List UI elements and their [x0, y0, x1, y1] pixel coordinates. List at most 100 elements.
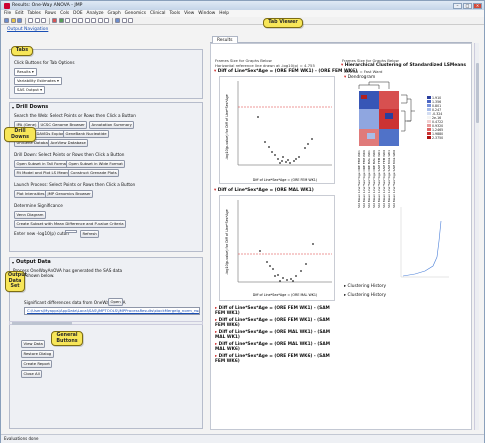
output-description: Process OneWayAnOVA has generated the SA… [13, 268, 123, 278]
variability-dropdown[interactable]: Variability Estimates ▾ [14, 77, 62, 85]
menu-tables[interactable]: Tables [28, 11, 41, 16]
callout-drill-downs: Drill Downs [4, 127, 36, 142]
menu-genomics[interactable]: Genomics [125, 11, 146, 16]
results-pane: Frames Size for Graphs Below Horizontal … [210, 43, 472, 430]
annotation-summary-button[interactable]: Annotation Summary [89, 121, 135, 129]
plot2-y-label: -log10(p-value) for Diff of Line*Sex*Age [225, 209, 229, 274]
callout-tab-viewer: Tab Viewer [263, 18, 303, 28]
open-wide-format-button[interactable]: Open Subset in Wide Format [66, 160, 126, 168]
paste-icon[interactable] [41, 18, 46, 23]
plot-intensities-button[interactable]: Plot Intensities [14, 190, 48, 198]
menu-rows[interactable]: Rows [45, 11, 56, 16]
clustering-history-1[interactable]: ▸ Clustering History [344, 284, 386, 289]
collapsed-item[interactable]: ▸ Diff of Line*Sex*Age = (ORE FEM WK1) -… [215, 306, 335, 316]
genebank-nucleotide-button[interactable]: GeneBank Nucleotide [63, 130, 110, 138]
open-tall-format-button[interactable]: Open Subset in Tall Format [14, 160, 70, 168]
circle-icon[interactable] [128, 18, 133, 23]
maximize-button[interactable]: □ [463, 2, 472, 9]
output-path-field[interactable]: C:\Users\Myapps\AppData\Local\SAS\JMPTOO… [24, 307, 200, 315]
sas-output-dropdown[interactable]: SAS Output ▾ [14, 86, 46, 94]
close-all-button[interactable]: Close All [21, 370, 43, 378]
drill-downs-section: ▾ Drill Downs Search the Web: Select Poin… [9, 102, 203, 252]
menu-view[interactable]: View [184, 11, 194, 16]
status-bar: Evaluations done [1, 434, 484, 443]
brush-icon[interactable] [91, 18, 96, 23]
open-folder-icon[interactable] [10, 18, 16, 23]
crosshair-icon[interactable] [71, 18, 77, 23]
view-data-button[interactable]: View Data [21, 340, 46, 348]
collapsed-item[interactable]: ▸ Diff of Line*Sex*Age = (ORE MAL WK1) -… [215, 330, 335, 340]
open-data-button[interactable]: Open [108, 298, 124, 306]
menu-clinical[interactable]: Clinical [150, 11, 166, 16]
ucsc-genome-browser-button[interactable]: UCSC Genome Browser [38, 121, 88, 129]
tab-results[interactable]: Results [212, 36, 238, 43]
refresh-button[interactable]: Refresh [80, 230, 100, 238]
legend-swatch [427, 132, 431, 135]
dendrogram-header[interactable]: ▾ Dendrogram [344, 75, 375, 80]
red-triangle-icon[interactable]: ▾ [214, 69, 216, 74]
save-icon[interactable] [17, 18, 22, 23]
collapsed-item[interactable]: ▸ Diff of Line*Sex*Age = (ORE MAL WK1) -… [215, 342, 335, 352]
volcano-plot-1: -log10(p-value) for Diff of Line*Sex*Age… [219, 76, 335, 184]
create-subset-button[interactable]: Create Subset with Mean Difference and P… [14, 220, 127, 228]
legend-swatch [427, 112, 431, 115]
menu-cols[interactable]: Cols [60, 11, 69, 16]
red-triangle-icon[interactable]: ▾ [214, 188, 216, 193]
menu-edit[interactable]: Edit [15, 11, 23, 16]
grenade-plots-button[interactable]: Construct Grenade Plots [68, 169, 120, 177]
magnifier-icon[interactable] [97, 18, 103, 23]
vertical-scrollbar[interactable] [474, 43, 479, 430]
grid-icon[interactable] [115, 18, 120, 23]
red-triangle-icon[interactable]: ▾ [341, 63, 343, 68]
plus-icon[interactable] [104, 18, 109, 23]
cut-icon[interactable] [28, 18, 33, 23]
aceview-database-button[interactable]: AceView Database [48, 139, 89, 147]
hm-header[interactable]: ▾ Hierarchical Clustering of Standardize… [341, 63, 466, 68]
menu-doe[interactable]: DOE [73, 11, 82, 16]
volcano-plot-1-svg: -log10(p-value) for Diff of Line*Sex*Age… [225, 81, 332, 182]
close-window-button[interactable]: × [473, 2, 482, 9]
volcano-plot-2-svg: -log10(p-value) for Diff of Line*Sex*Age… [225, 200, 332, 297]
legend-swatch [427, 120, 431, 123]
hand-icon[interactable] [78, 18, 83, 23]
minimize-button[interactable]: – [453, 2, 462, 9]
collapse-triangle-icon[interactable]: ▾ [12, 105, 14, 110]
arrow-icon[interactable] [65, 18, 70, 23]
fit-model-button[interactable]: Fit Model and Plot LS Means [14, 169, 73, 177]
tabs-label: Click Buttons for Tab Options [14, 60, 75, 65]
menu-graph[interactable]: Graph [107, 11, 120, 16]
plot2-points[interactable] [259, 243, 314, 282]
collapsed-item[interactable]: ▸ Diff of Line*Sex*Age = (ORE FEM WK1) -… [215, 318, 335, 328]
rotate-icon[interactable] [121, 18, 127, 23]
restore-dialog-button[interactable]: Restore Dialog [21, 350, 54, 358]
copy-icon[interactable] [34, 18, 40, 23]
plot2-header[interactable]: ▾ Diff of Line*Sex*Age = (ORE MAL WK1) [214, 188, 314, 193]
create-report-button[interactable]: Create Report [21, 360, 53, 368]
collapsed-item[interactable]: ▸ Diff of Line*Sex*Age = (ORE FEM WK6) -… [215, 354, 335, 364]
venn-diagram-button[interactable]: Venn Diagram [14, 211, 46, 219]
cutoff-input[interactable] [65, 230, 77, 233]
legend-swatch [427, 124, 431, 127]
lasso-icon[interactable] [84, 18, 90, 23]
results-dropdown[interactable]: Results ▾ [14, 68, 37, 76]
menu-analyze[interactable]: Analyze [87, 11, 104, 16]
menu-file[interactable]: File [4, 11, 11, 16]
plot1-header[interactable]: ▾ Diff of Line*Sex*Age = (ORE FEM WK1) -… [214, 69, 357, 74]
app-window: Results: One-Way ANOVA - JMP – □ × File … [0, 0, 485, 443]
plot1-points[interactable] [257, 116, 313, 164]
horizontal-scrollbar[interactable] [9, 321, 203, 325]
chart-icon[interactable] [52, 18, 57, 23]
callout-output-data-set: Output Data Set [5, 271, 27, 292]
hm-method: Method = Fast Ward [344, 69, 383, 74]
menu-window[interactable]: Window [198, 11, 215, 16]
volcano-plot-2: -log10(p-value) for Diff of Line*Sex*Age… [219, 195, 335, 301]
jmp-genomics-browser-button[interactable]: JMP Genomics Browser [45, 190, 94, 198]
menu-tools[interactable]: Tools [169, 11, 180, 16]
new-table-icon[interactable] [4, 18, 9, 23]
drill-header: Drill Downs [16, 104, 49, 110]
clustering-history-2[interactable]: ▸ Clustering History [344, 293, 386, 298]
output-navigation-link[interactable]: Output Navigation [7, 27, 48, 32]
table-icon[interactable] [58, 18, 64, 23]
collapse-triangle-icon[interactable]: ▾ [12, 260, 14, 265]
menu-help[interactable]: Help [219, 11, 229, 16]
